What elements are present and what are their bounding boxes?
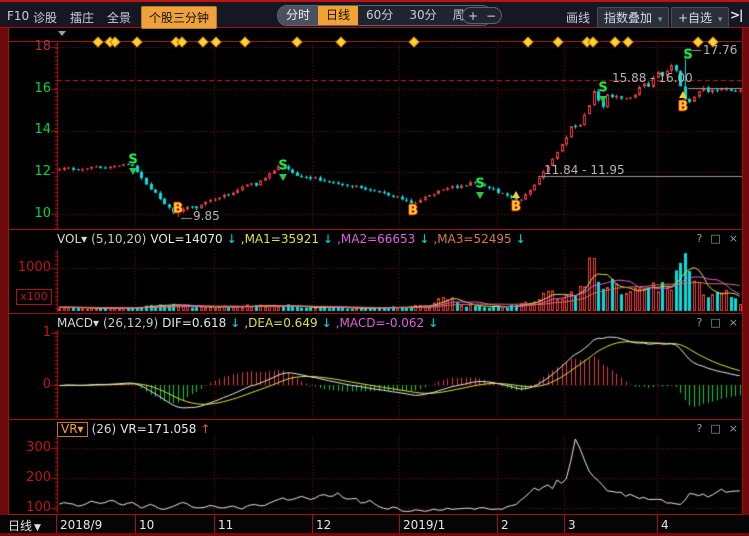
indicator-header-text: DIF=0.618 (162, 316, 226, 330)
tab-intraday[interactable]: 分时 (278, 6, 318, 25)
indicator-header-text: ,MACD=-0.062 (336, 316, 425, 330)
help-icon[interactable]: ? (697, 422, 703, 436)
chevron-down-icon: ▾ (658, 15, 663, 25)
leizhuang-button[interactable]: 擂庄 (70, 9, 94, 26)
right-frame-strip (743, 27, 749, 534)
draw-line-button[interactable]: 画线 (566, 9, 590, 26)
volume-panel-header: VOL▾ (5,10,20) VOL=14070 ↓ ,MA1=35921 ↓ ,MA2=6… (57, 231, 530, 247)
frame-border-left (8, 27, 9, 534)
chevron-down-icon: ▾ (718, 15, 723, 25)
y-axis-label: 0 (11, 378, 51, 392)
left-frame-strip (0, 27, 8, 534)
tab-60min[interactable]: 60分 (358, 6, 401, 25)
help-icon[interactable]: ? (697, 232, 703, 246)
y-axis-label: 16 (11, 82, 51, 96)
zoom-controls: + − (462, 7, 502, 24)
collapse-panel-icon[interactable]: >| (730, 8, 742, 22)
solid-down-arrow-icon: ▼ (34, 523, 41, 533)
vol-indicator-dropdown[interactable]: VOL▾ (57, 232, 87, 246)
bottom-period-selector[interactable]: 日线▼ (8, 517, 41, 534)
maximize-icon[interactable]: □ (710, 232, 720, 246)
close-icon[interactable]: × (729, 316, 738, 330)
stock-3min-button[interactable]: 个股三分钟 (141, 6, 217, 29)
bottom-date-bar: 日线▼ (0, 515, 749, 533)
vr-indicator-dropdown[interactable]: VR▾ (57, 422, 88, 437)
stock-chart-app: F10 诊股 擂庄 全景 个股三分钟 分时 日线 60分 30分 周线▾ + −… (0, 0, 749, 536)
vr-panel-controls: ? □ × (697, 422, 738, 436)
y-axis-label: 14 (11, 123, 51, 137)
macd-chart-canvas[interactable] (50, 330, 742, 418)
panel-separator (8, 313, 743, 314)
indicator-header-text: ,MA3=52495 (433, 232, 511, 246)
panel-separator (8, 419, 743, 420)
indicator-header-text: VR=171.058 (120, 422, 196, 436)
down-arrow-icon: ↓ (227, 232, 237, 246)
indicator-header-text: ,MA1=35921 (241, 232, 319, 246)
f10-button[interactable]: F10 (7, 9, 29, 23)
indicator-header-text: (26) (92, 422, 117, 436)
add-watchlist-button[interactable]: +自选 ▾ (671, 7, 729, 28)
add-watchlist-label: +自选 (678, 11, 712, 25)
down-arrow-icon: ↓ (516, 232, 526, 246)
maximize-icon[interactable]: □ (710, 422, 720, 436)
down-arrow-icon: ↓ (428, 316, 438, 330)
period-selector: 分时 日线 60分 30分 周线▾ (277, 5, 492, 26)
vr-panel-header: VR▾ (26)VR=171.058 ↑ (57, 421, 215, 437)
y-axis-label: 200 (11, 471, 51, 485)
main-chart-dropdown-icon[interactable] (58, 31, 66, 36)
index-overlay-button[interactable]: 指数叠加 ▾ (597, 7, 669, 28)
tab-30min[interactable]: 30分 (401, 6, 444, 25)
volume-unit-label: x100 (16, 289, 52, 305)
vr-chart-canvas[interactable] (50, 436, 742, 513)
y-axis-label: 100 (11, 501, 51, 515)
tab-daily[interactable]: 日线 (318, 6, 358, 25)
panel-separator (8, 229, 743, 230)
frame-border-right (742, 27, 743, 534)
index-overlay-label: 指数叠加 (604, 11, 652, 25)
close-icon[interactable]: × (729, 422, 738, 436)
top-toolbar: F10 诊股 擂庄 全景 个股三分钟 分时 日线 60分 30分 周线▾ + −… (0, 0, 749, 27)
volume-panel-controls: ? □ × (697, 232, 738, 246)
down-arrow-icon: ↓ (323, 232, 333, 246)
indicator-header-text: (5,10,20) (91, 232, 146, 246)
panorama-button[interactable]: 全景 (107, 9, 131, 26)
main-price-chart-canvas[interactable] (50, 42, 742, 229)
maximize-icon[interactable]: □ (710, 316, 720, 330)
zoom-out-button[interactable]: − (486, 10, 496, 22)
y-axis-label: 10 (11, 207, 51, 221)
close-icon[interactable]: × (729, 232, 738, 246)
diagnose-stock-button[interactable]: 诊股 (33, 9, 57, 26)
y-axis-label: 300 (11, 441, 51, 455)
indicator-header-text: (26,12,9) (103, 316, 158, 330)
down-arrow-icon: ↓ (419, 232, 429, 246)
down-arrow-icon: ↓ (322, 316, 332, 330)
macd-panel-controls: ? □ × (697, 316, 738, 330)
zoom-in-button[interactable]: + (468, 10, 478, 22)
bottom-period-label: 日线 (8, 519, 32, 533)
volume-chart-canvas[interactable] (50, 250, 742, 312)
y-axis-label: 1 (11, 326, 51, 340)
indicator-header-text: ,DEA=0.649 (244, 316, 317, 330)
y-axis-label: 1000 (11, 261, 51, 275)
up-arrow-icon: ↑ (200, 422, 210, 436)
y-axis-label: 12 (11, 165, 51, 179)
y-axis-label: 18 (11, 40, 51, 54)
down-arrow-icon: ↓ (230, 316, 240, 330)
macd-indicator-dropdown[interactable]: MACD▾ (57, 316, 99, 330)
help-icon[interactable]: ? (697, 316, 703, 330)
macd-panel-header: MACD▾(26,12,9)DIF=0.618↓,DEA=0.649↓,MACD… (57, 315, 442, 331)
indicator-header-text: VOL=14070 (150, 232, 222, 246)
indicator-header-text: ,MA2=66653 (337, 232, 415, 246)
